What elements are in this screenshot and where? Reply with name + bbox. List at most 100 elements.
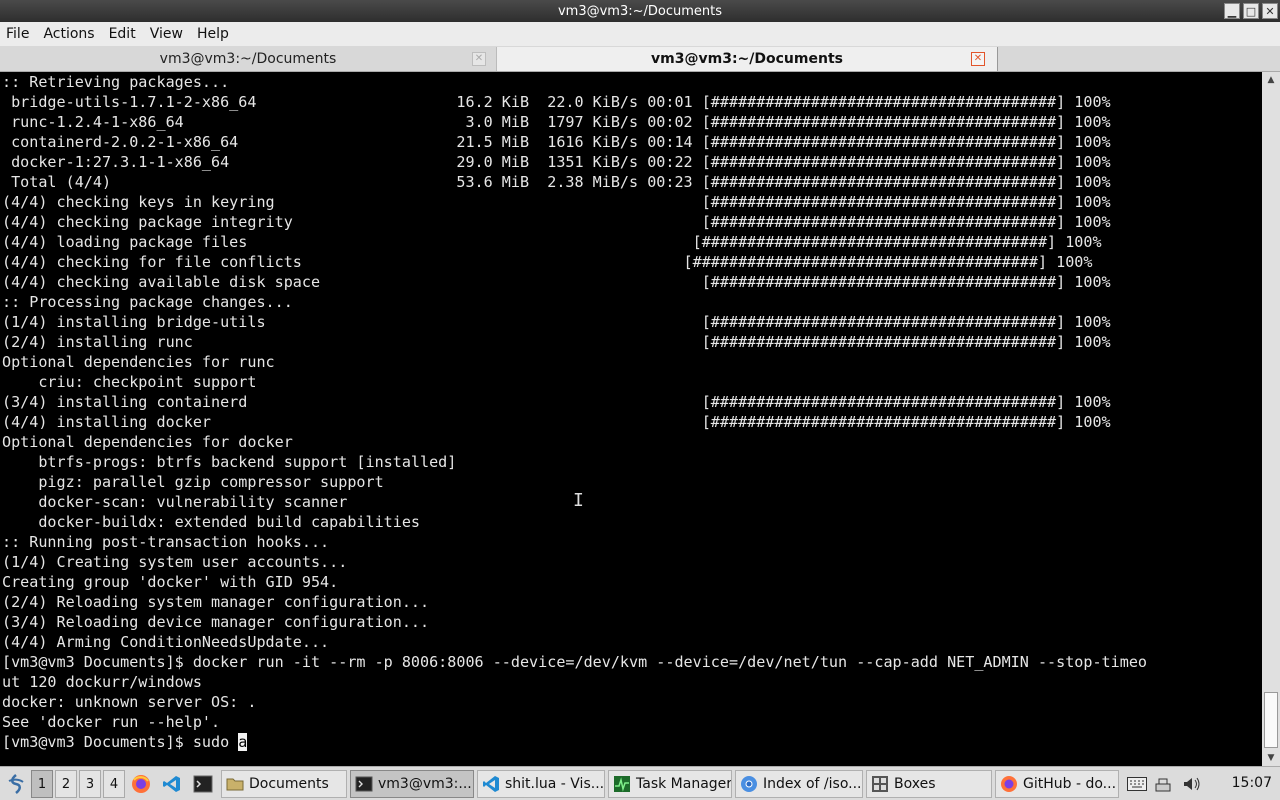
scroll-up-icon[interactable]: ▲ <box>1262 72 1280 88</box>
terminal-line: :: Running post-transaction hooks... <box>2 533 330 551</box>
workspace-2[interactable]: 2 <box>55 770 77 798</box>
terminal-launcher[interactable] <box>191 770 215 798</box>
start-menu-icon <box>8 774 24 794</box>
terminal-line: See 'docker run --help'. <box>2 713 221 731</box>
terminal-line: (4/4) checking keys in keyring [########… <box>2 193 1111 211</box>
scroll-down-icon[interactable]: ▼ <box>1262 750 1280 766</box>
terminal-line: (3/4) Reloading device manager configura… <box>2 613 430 631</box>
prompt-text: [vm3@vm3 Documents]$ sudo <box>2 733 239 751</box>
terminal-line: (2/4) Reloading system manager configura… <box>2 593 430 611</box>
terminal-line: bridge-utils-1.7.1-2-x86_64 16.2 KiB 22.… <box>2 93 1111 111</box>
scrollbar-thumb[interactable] <box>1264 692 1278 748</box>
terminal-tab-1[interactable]: vm3@vm3:~/Documents ✕ <box>0 47 496 71</box>
terminal-line: ut 120 dockurr/windows <box>2 673 202 691</box>
terminal-line: runc-1.2.4-1-x86_64 3.0 MiB 1797 KiB/s 0… <box>2 113 1111 131</box>
vscode-icon <box>163 776 180 792</box>
terminal-line: Optional dependencies for docker <box>2 433 293 451</box>
menu-edit[interactable]: Edit <box>103 26 144 42</box>
ibeam-cursor-icon: Ι <box>573 490 584 511</box>
task-label: Index of /iso... <box>763 776 862 792</box>
task-label: vm3@vm3:... <box>378 776 472 792</box>
terminal-line: (2/4) installing runc [#################… <box>2 333 1111 351</box>
task-boxes[interactable]: Boxes <box>866 770 992 798</box>
task-terminal[interactable]: vm3@vm3:... <box>350 770 474 798</box>
task-firefox-github[interactable]: GitHub - do... <box>995 770 1119 798</box>
terminal-line: containerd-2.0.2-1-x86_64 21.5 MiB 1616 … <box>2 133 1111 151</box>
close-icon: ✕ <box>474 53 484 64</box>
terminal-line: (1/4) installing bridge-utils [#########… <box>2 313 1111 331</box>
firefox-launcher[interactable] <box>129 770 153 798</box>
vscode-launcher[interactable] <box>160 770 184 798</box>
maximize-button[interactable]: □ <box>1243 3 1259 19</box>
keyboard-icon <box>1127 777 1147 791</box>
window-titlebar[interactable]: vm3@vm3:~/Documents ▁ □ ✕ <box>0 0 1280 22</box>
task-manager-icon <box>614 776 630 792</box>
tab-label: vm3@vm3:~/Documents <box>159 51 337 67</box>
close-window-button[interactable]: ✕ <box>1262 3 1278 19</box>
menu-actions[interactable]: Actions <box>37 26 102 42</box>
close-icon: ✕ <box>1265 5 1275 18</box>
network-icon <box>1155 778 1171 792</box>
workspace-4[interactable]: 4 <box>103 770 125 798</box>
terminal-line: docker: unknown server OS: . <box>2 693 257 711</box>
terminal-line: [vm3@vm3 Documents]$ docker run -it --rm… <box>2 653 1147 671</box>
task-documents[interactable]: Documents <box>221 770 347 798</box>
tab-close-button[interactable]: ✕ <box>971 52 985 66</box>
terminal-line: Total (4/4) 53.6 MiB 2.38 MiB/s 00:23 [#… <box>2 173 1111 191</box>
terminal-line: (3/4) installing containerd [###########… <box>2 393 1111 411</box>
terminal-line: Creating group 'docker' with GID 954. <box>2 573 339 591</box>
terminal-line: btrfs-progs: btrfs backend support [inst… <box>2 453 457 471</box>
menu-help[interactable]: Help <box>191 26 237 42</box>
task-label: shit.lua - Vis... <box>505 776 605 792</box>
terminal-line: (4/4) checking package integrity [######… <box>2 213 1111 231</box>
terminal-tab-2[interactable]: vm3@vm3:~/Documents ✕ <box>496 47 998 71</box>
task-task-manager[interactable]: Task Manager <box>608 770 732 798</box>
terminal-icon <box>193 775 213 793</box>
terminal-line: (4/4) checking for file conflicts [#####… <box>2 253 1093 271</box>
task-label: Documents <box>249 776 329 792</box>
terminal-scrollbar[interactable]: ▲ ▼ <box>1262 72 1280 766</box>
task-label: GitHub - do... <box>1023 776 1117 792</box>
terminal-icon <box>355 776 373 792</box>
terminal-line: (4/4) installing docker [###############… <box>2 413 1111 431</box>
task-label: Boxes <box>894 776 936 792</box>
terminal-line: docker-1:27.3.1-1-x86_64 29.0 MiB 1351 K… <box>2 153 1111 171</box>
firefox-icon <box>132 775 150 793</box>
terminal-prompt-line[interactable]: [vm3@vm3 Documents]$ sudo a <box>0 732 1262 752</box>
terminal-line: (1/4) Creating system user accounts... <box>2 553 348 571</box>
minimize-button[interactable]: ▁ <box>1224 3 1240 19</box>
terminal-line: docker-buildx: extended build capabiliti… <box>2 513 421 531</box>
task-vscode[interactable]: shit.lua - Vis... <box>477 770 605 798</box>
text-cursor: a <box>238 733 248 751</box>
menu-bar: File Actions Edit View Help <box>0 22 1280 46</box>
workspace-1[interactable]: 1 <box>31 770 53 798</box>
terminal-line: docker-scan: vulnerability scanner <box>2 493 348 511</box>
terminal-line: pigz: parallel gzip compressor support <box>2 473 384 491</box>
minimize-icon: ▁ <box>1227 5 1237 18</box>
menu-view[interactable]: View <box>144 26 191 42</box>
folder-icon <box>226 778 244 791</box>
terminal-line: (4/4) checking available disk space [###… <box>2 273 1111 291</box>
maximize-icon: □ <box>1245 5 1257 18</box>
chromium-icon <box>741 776 757 792</box>
tab-bar: vm3@vm3:~/Documents ✕ vm3@vm3:~/Document… <box>0 46 1280 72</box>
terminal-line: criu: checkpoint support <box>2 373 257 391</box>
volume-icon <box>1184 777 1200 791</box>
tab-close-button[interactable]: ✕ <box>472 52 486 66</box>
task-browser-index[interactable]: Index of /iso... <box>735 770 863 798</box>
network-tray[interactable] <box>1152 770 1174 798</box>
terminal-output[interactable]: :: Retrieving packages... bridge-utils-1… <box>0 72 1262 766</box>
task-label: Task Manager <box>636 776 732 792</box>
vscode-icon <box>483 776 499 792</box>
start-menu-button[interactable] <box>4 770 28 798</box>
workspace-3[interactable]: 3 <box>79 770 101 798</box>
terminal-line: Optional dependencies for runc <box>2 353 275 371</box>
tab-label: vm3@vm3:~/Documents <box>651 51 843 67</box>
volume-tray[interactable] <box>1180 770 1204 798</box>
keyboard-tray[interactable] <box>1126 770 1148 798</box>
close-icon: ✕ <box>973 53 983 64</box>
clock[interactable]: 15:07 <box>1232 767 1272 800</box>
terminal-line: :: Retrieving packages... <box>2 73 230 91</box>
menu-file[interactable]: File <box>0 26 37 42</box>
terminal-line: (4/4) Arming ConditionNeedsUpdate... <box>2 633 330 651</box>
